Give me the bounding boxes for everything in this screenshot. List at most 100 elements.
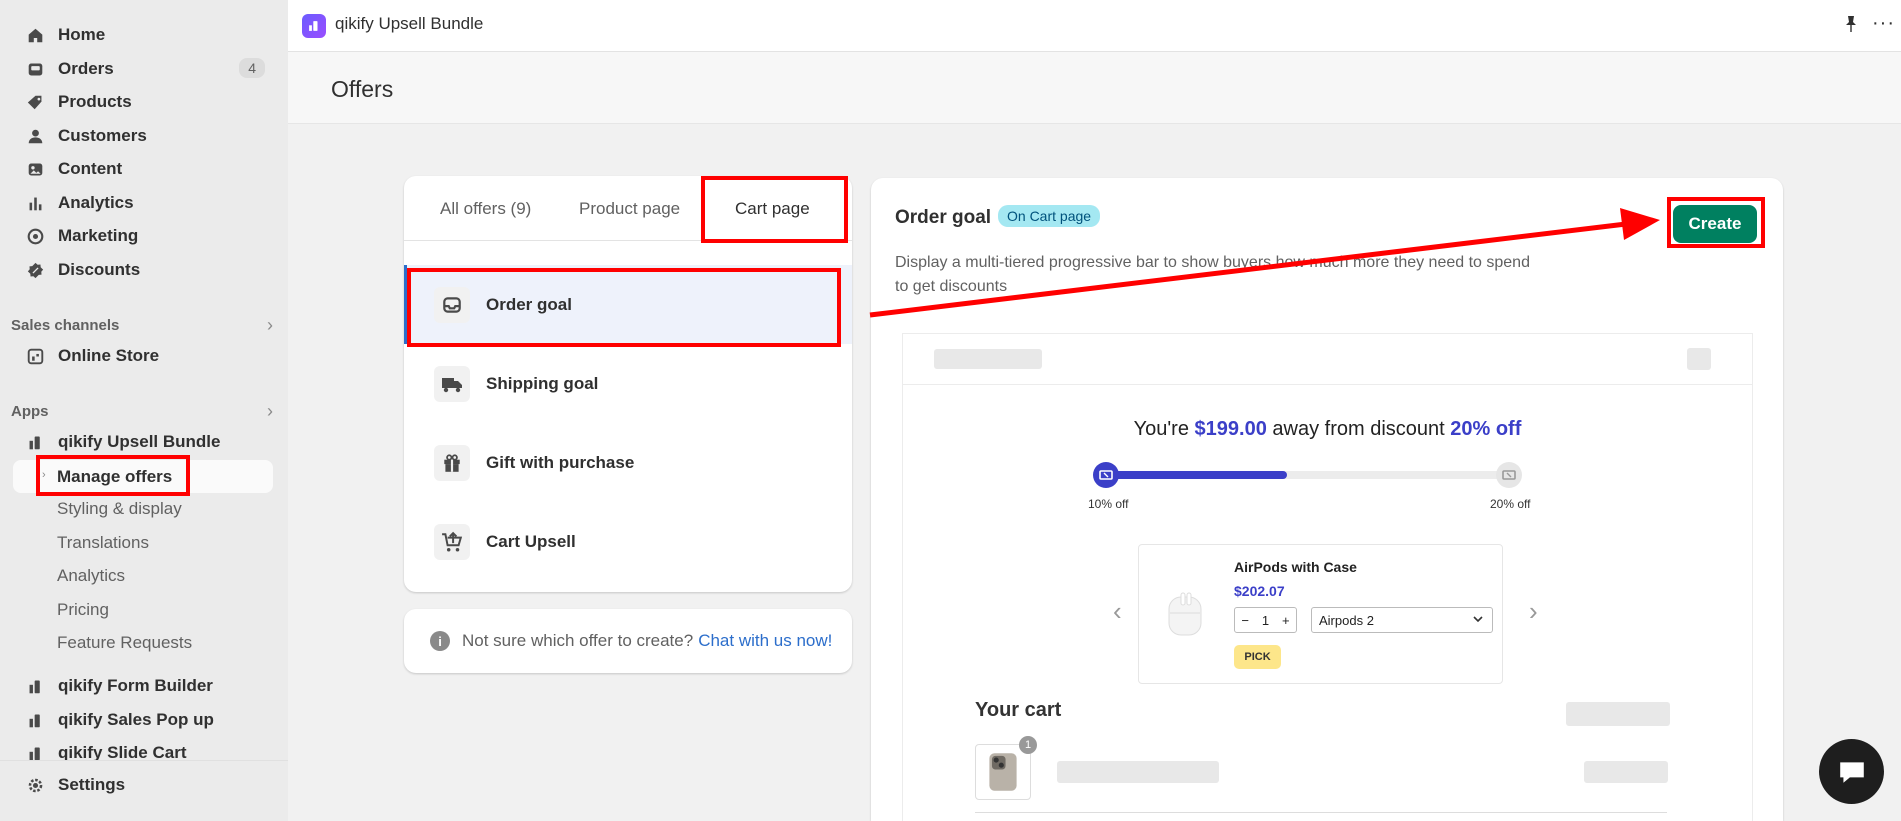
nav-app-upsell-label: qikify Upsell Bundle (58, 432, 221, 451)
sales-channels-heading[interactable]: Sales channels › (11, 315, 273, 336)
minus-icon[interactable]: − (1241, 613, 1249, 628)
nav-analytics[interactable]: Analytics (13, 187, 273, 219)
chevron-right-icon: › (267, 315, 273, 335)
offer-detail-card: Order goal On Cart page Display a multi-… (871, 178, 1783, 821)
pin-icon[interactable] (1841, 14, 1861, 34)
cart-item-count-badge: 1 (1019, 736, 1037, 754)
nav-manage-offers[interactable]: › Manage offers (13, 460, 273, 493)
app-icon (27, 678, 44, 695)
upsell-product-card: AirPods with Case $202.07 − 1 + Airpods … (1138, 544, 1503, 684)
airpods-case-image (1168, 592, 1202, 636)
nav-pricing[interactable]: Pricing (57, 600, 109, 620)
nav-online-store-label: Online Store (58, 346, 160, 365)
nav-settings[interactable]: Settings (13, 769, 273, 801)
page-title: Offers (331, 76, 394, 102)
coupon-icon (1099, 470, 1113, 480)
skeleton-item-price (1584, 761, 1668, 783)
nav-discounts[interactable]: Discounts (13, 254, 273, 286)
nav-app-sales-popup[interactable]: qikify Sales Pop up (13, 704, 273, 736)
cart-upload-icon (434, 523, 470, 560)
skeleton-cart-link (1566, 702, 1670, 726)
carousel-next-icon[interactable]: › (1529, 596, 1538, 627)
offer-gift-label: Gift with purchase (486, 452, 635, 472)
tab-product-page[interactable]: Product page (579, 199, 680, 219)
tab-cart-page[interactable]: Cart page (735, 199, 810, 219)
chevron-right-icon: › (267, 401, 273, 421)
nav-customers[interactable]: Customers (13, 120, 273, 152)
nav-home-label: Home (58, 25, 106, 44)
variant-select[interactable]: Airpods 2 (1311, 607, 1493, 633)
nav-marketing-label: Marketing (58, 226, 139, 245)
gear-icon (27, 777, 44, 794)
bar-chart-icon (27, 195, 44, 212)
nav-orders-label: Orders (58, 59, 114, 78)
person-icon (27, 128, 44, 145)
orders-icon (27, 61, 44, 78)
apps-label: Apps (11, 403, 49, 420)
nav-app-analytics[interactable]: Analytics (57, 566, 125, 586)
nav-app-form-builder[interactable]: qikify Form Builder (13, 670, 273, 702)
quantity-value: 1 (1261, 612, 1270, 628)
tier-node-right (1496, 462, 1522, 488)
nav-styling-display[interactable]: Styling & display (57, 499, 182, 519)
offer-cart-upsell-label: Cart Upsell (486, 531, 576, 551)
coupon-icon (1502, 470, 1516, 480)
create-button[interactable]: Create (1673, 205, 1757, 243)
tag-icon (27, 94, 44, 111)
discount-icon (27, 262, 44, 279)
info-icon: i (430, 631, 450, 651)
nav-content-label: Content (58, 159, 123, 178)
tab-all-offers[interactable]: All offers (9) (440, 199, 531, 219)
carousel-prev-icon[interactable]: ‹ (1113, 596, 1122, 627)
chat-bubble-icon (1839, 761, 1864, 783)
nav-marketing[interactable]: Marketing (13, 220, 273, 252)
app-icon (27, 434, 44, 451)
chat-with-us-link[interactable]: Chat with us now! (698, 631, 832, 651)
sidebar: Home Orders 4 Products Customers Content… (0, 0, 288, 821)
nav-online-store[interactable]: Online Store (13, 340, 273, 372)
placement-badge: On Cart page (998, 205, 1101, 227)
offer-cart-upsell[interactable]: Cart Upsell (404, 502, 852, 581)
goal-discount: 20% off (1450, 418, 1522, 440)
nav-app-upsell-bundle[interactable]: qikify Upsell Bundle (13, 426, 273, 458)
progress-fill (1105, 471, 1287, 479)
nav-home[interactable]: Home (13, 19, 273, 51)
sales-channels-label: Sales channels (11, 317, 120, 334)
cart-preview: You're $199.00 away from discount 20% of… (902, 333, 1753, 821)
nav-products-label: Products (58, 92, 132, 111)
app-icon (27, 745, 44, 762)
app-logo-icon (302, 14, 326, 38)
offer-order-goal[interactable]: Order goal (404, 265, 852, 344)
cart-divider (975, 812, 1667, 813)
offer-shipping-goal[interactable]: Shipping goal (404, 344, 852, 423)
goal-prefix: You're (1133, 418, 1189, 440)
chat-button[interactable] (1819, 739, 1884, 804)
caret-right-icon: › (42, 469, 46, 481)
nav-orders[interactable]: Orders 4 (13, 53, 273, 85)
pick-button[interactable]: PICK (1234, 645, 1281, 669)
nav-products[interactable]: Products (13, 86, 273, 118)
plus-icon[interactable]: + (1282, 613, 1290, 628)
inbox-icon (434, 286, 470, 323)
settings-bar: Settings (0, 760, 288, 821)
offer-gift-with-purchase[interactable]: Gift with purchase (404, 423, 852, 502)
quantity-stepper[interactable]: − 1 + (1234, 607, 1297, 633)
chevron-down-icon (1473, 616, 1483, 623)
offer-tabs: All offers (9) Product page Cart page (404, 176, 852, 241)
product-price: $202.07 (1234, 583, 1285, 599)
nav-translations[interactable]: Translations (57, 533, 149, 553)
target-icon (27, 228, 44, 245)
skeleton-logo (934, 349, 1042, 369)
apps-heading[interactable]: Apps › (11, 401, 273, 422)
help-text: Not sure which offer to create? (462, 631, 694, 650)
nav-analytics-label: Analytics (58, 193, 134, 212)
top-bar: qikify Upsell Bundle ··· (288, 0, 1901, 52)
goal-middle: away from discount (1272, 418, 1445, 440)
nav-feature-requests[interactable]: Feature Requests (57, 633, 192, 653)
store-icon (27, 348, 44, 365)
app-title: qikify Upsell Bundle (335, 14, 484, 33)
skeleton-item-title (1057, 761, 1219, 783)
orders-count-badge: 4 (239, 58, 265, 78)
more-options-icon[interactable]: ··· (1872, 12, 1895, 35)
nav-content[interactable]: Content (13, 153, 273, 185)
